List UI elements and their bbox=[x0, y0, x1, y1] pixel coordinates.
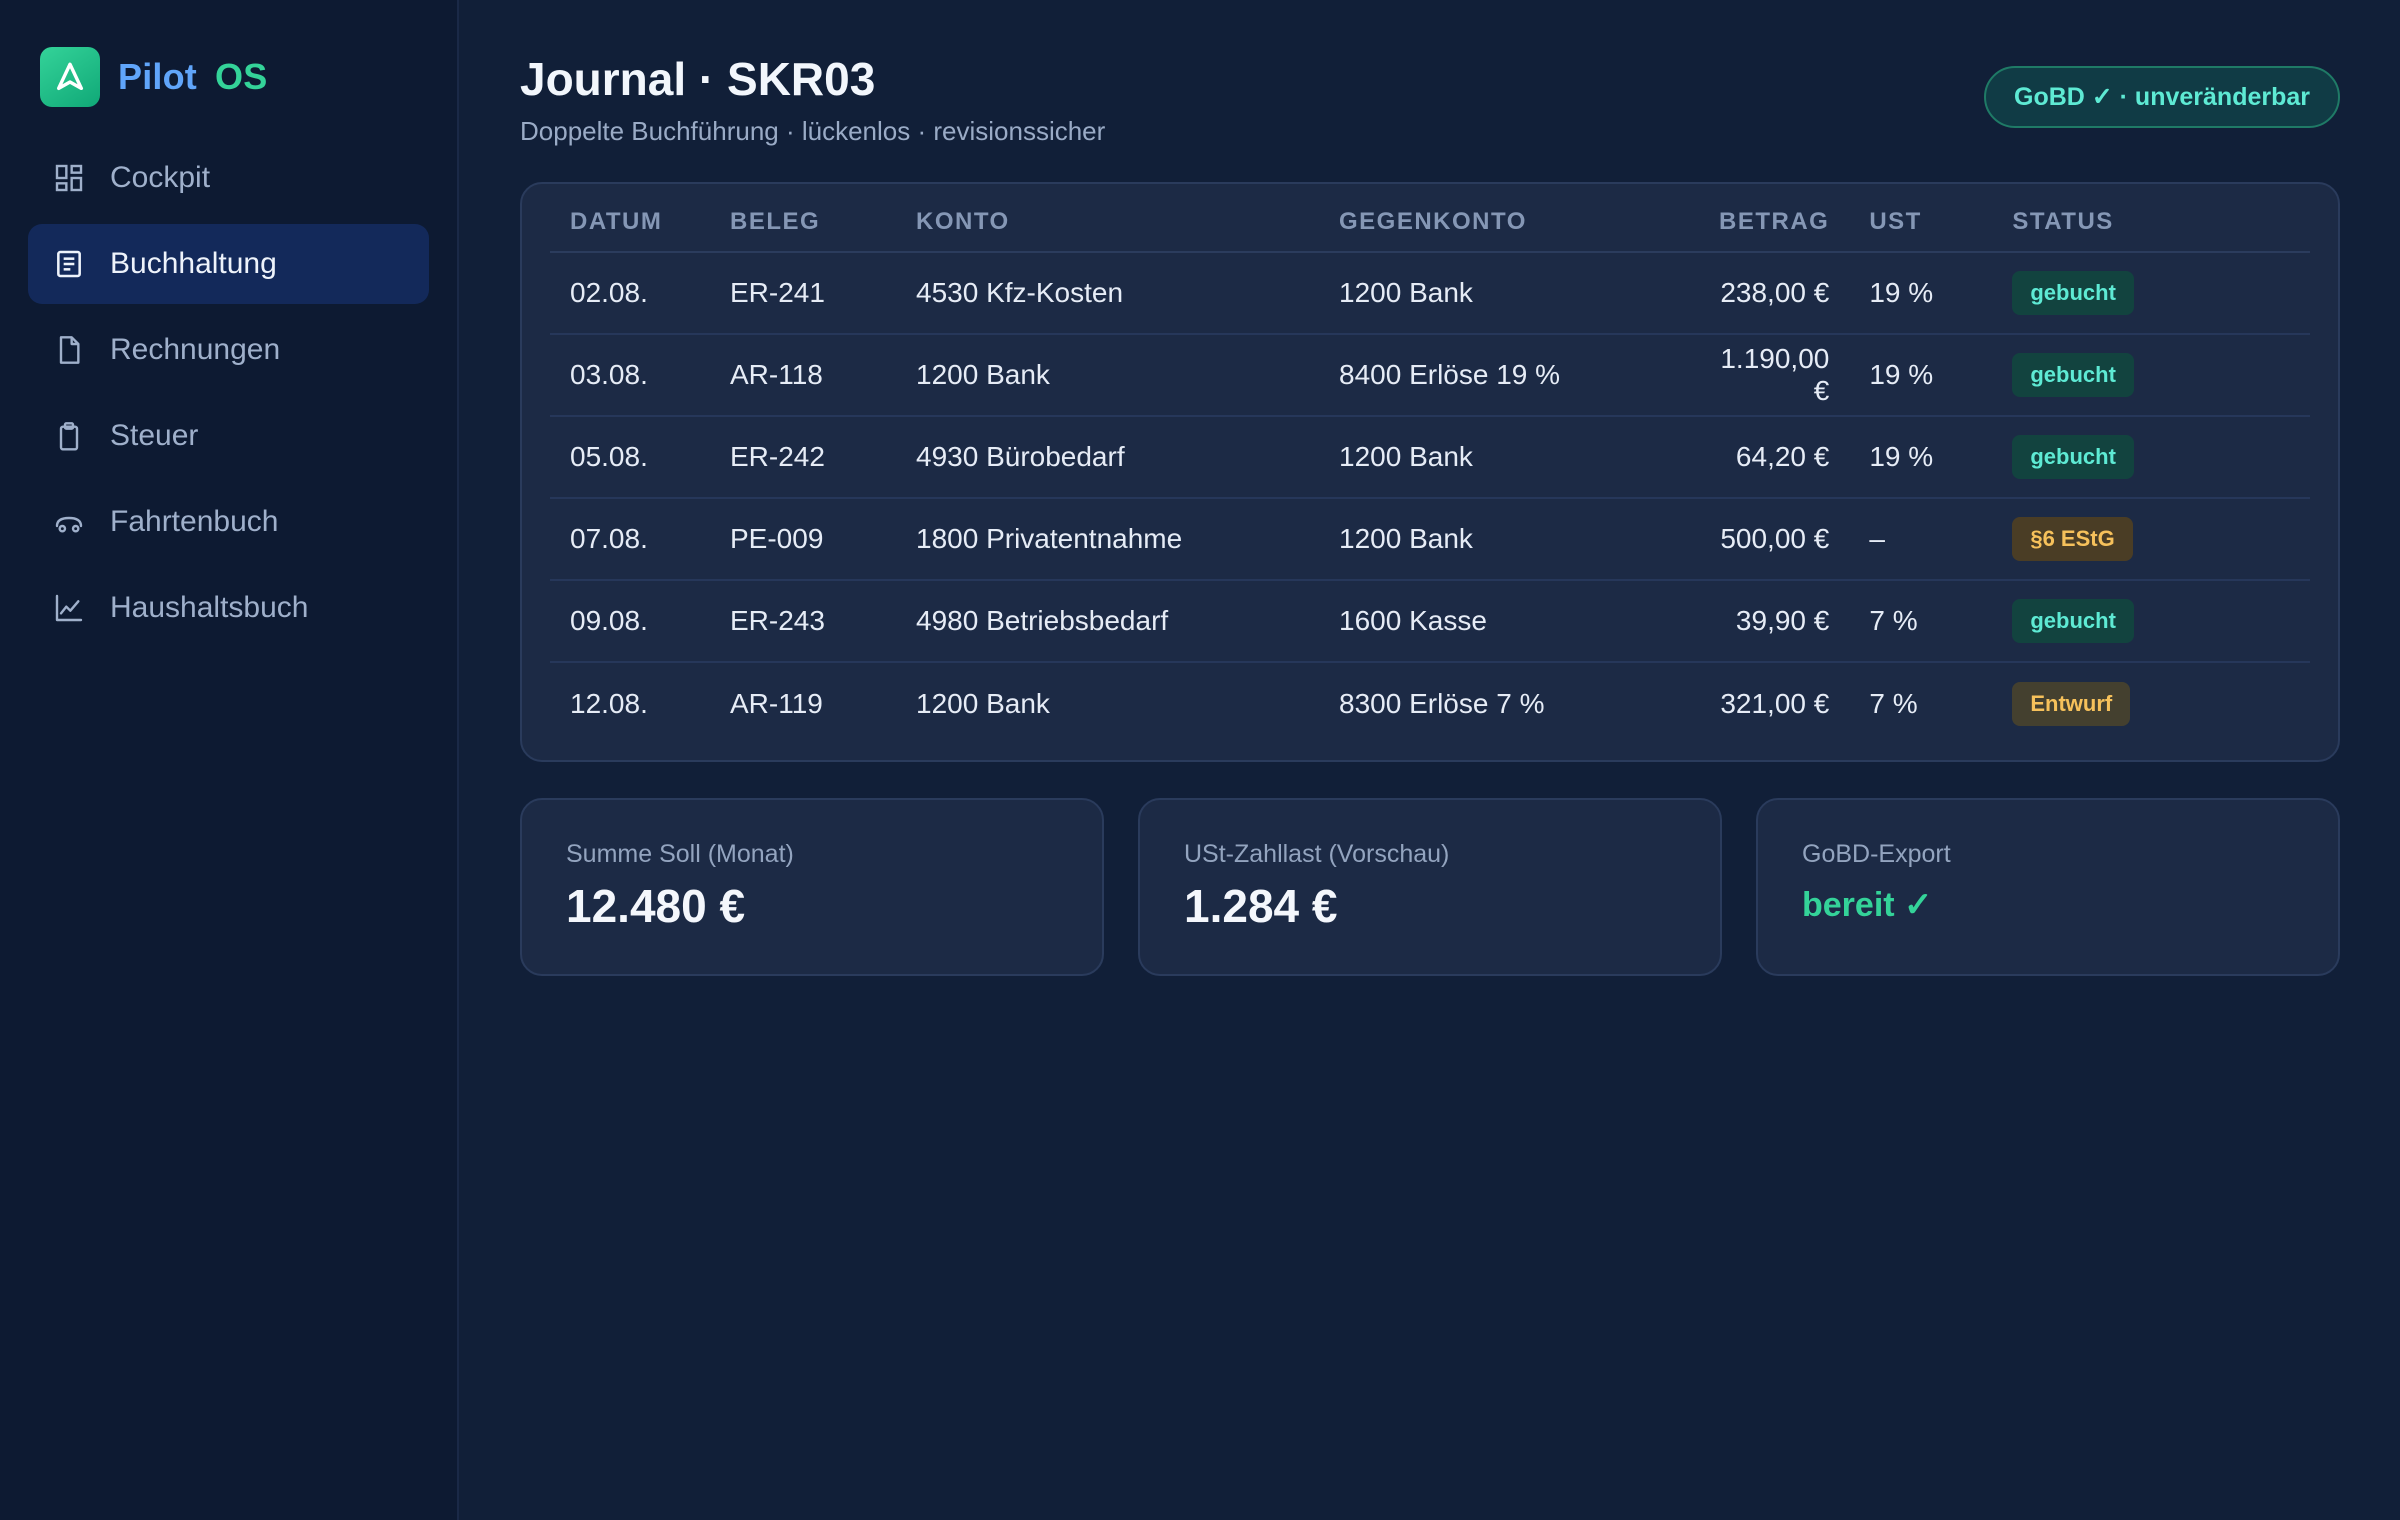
sidebar-item-label: Cockpit bbox=[110, 161, 211, 194]
cell-datum: 03.08. bbox=[550, 334, 730, 417]
journal-table-card: DATUM BELEG KONTO GEGENKONTO BETRAG UST … bbox=[520, 182, 2340, 762]
cell-ust: 19 % bbox=[1869, 252, 2013, 335]
cell-beleg: PE-009 bbox=[730, 498, 916, 581]
sidebar-item-label: Fahrtenbuch bbox=[110, 505, 279, 538]
ust-zahllast-card: USt-Zahllast (Vorschau) 1.284 € bbox=[1138, 798, 1722, 976]
sidebar-item-buchhaltung[interactable]: Buchhaltung bbox=[28, 224, 429, 304]
status-badge: Entwurf bbox=[2012, 681, 2131, 726]
page-title: Journal · SKR03 bbox=[520, 53, 876, 105]
brand-name: Pilot OS bbox=[118, 56, 267, 98]
gobd-export-status: bereit ✓ bbox=[1802, 886, 1933, 924]
sidebar-item-label: Rechnungen bbox=[110, 333, 281, 366]
car-icon bbox=[52, 505, 86, 539]
cell-datum: 05.08. bbox=[550, 416, 730, 499]
column-header-betrag[interactable]: BETRAG bbox=[1719, 184, 1870, 253]
clipboard-icon bbox=[52, 419, 86, 453]
column-header-beleg[interactable]: BELEG bbox=[730, 184, 916, 253]
brand-name-first: Pilot bbox=[118, 56, 197, 97]
main-content: Journal · SKR03 Doppelte Buchführung · l… bbox=[459, 0, 2400, 1520]
sidebar-item-fahrtenbuch[interactable]: Fahrtenbuch bbox=[28, 482, 429, 562]
document-icon bbox=[52, 333, 86, 367]
dashboard-grid-icon bbox=[52, 161, 86, 195]
status-badge: gebucht bbox=[2012, 435, 2134, 479]
cell-gegenkonto: 1200 Bank bbox=[1339, 252, 1719, 335]
cell-gegenkonto: 1200 Bank bbox=[1339, 416, 1719, 499]
table-row[interactable]: 03.08. AR-118 1200 Bank 8400 Erlöse 19 %… bbox=[550, 334, 2310, 417]
ust-zahllast-value: 1.284 € bbox=[1184, 880, 1338, 932]
table-row[interactable]: 05.08. ER-242 4930 Bürobedarf 1200 Bank … bbox=[550, 416, 2310, 499]
cell-betrag: 238,00 € bbox=[1719, 252, 1870, 335]
page-subtitle: Doppelte Buchführung · lückenlos · revis… bbox=[520, 116, 1106, 146]
sidebar-item-label: Steuer bbox=[110, 419, 199, 452]
sidebar-item-steuer[interactable]: Steuer bbox=[28, 396, 429, 476]
cell-datum: 12.08. bbox=[570, 687, 648, 719]
cell-betrag: 1.190,00 € bbox=[1719, 334, 1870, 417]
cell-datum: 07.08. bbox=[550, 498, 730, 581]
status-badge: §6 EStG bbox=[2012, 517, 2133, 561]
sidebar-item-label: Buchhaltung bbox=[110, 247, 277, 280]
cell-betrag: 321,00 € bbox=[1720, 687, 1830, 719]
ledger-icon bbox=[52, 247, 86, 281]
sidebar: Pilot OS Cockpit Buchhaltung Rechnungen … bbox=[0, 0, 459, 1520]
navigation-arrow-icon bbox=[40, 47, 100, 107]
cell-konto: 1200 Bank bbox=[916, 687, 1050, 719]
column-header-ust[interactable]: UST bbox=[1869, 184, 2013, 253]
summe-soll-value: 12.480 € bbox=[566, 880, 746, 932]
brand-name-second: OS bbox=[215, 56, 268, 97]
column-header-gegenkonto[interactable]: GEGENKONTO bbox=[1339, 184, 1719, 253]
cell-gegenkonto: 8400 Erlöse 19 % bbox=[1339, 334, 1719, 417]
table-row[interactable]: 09.08. ER-243 4980 Betriebsbedarf 1600 K… bbox=[550, 580, 2310, 663]
cell-beleg: AR-118 bbox=[730, 334, 916, 417]
brand[interactable]: Pilot OS bbox=[40, 46, 429, 108]
table-row[interactable]: 12.08. AR-119 1200 Bank 8300 Erlöse 7 % … bbox=[550, 662, 2310, 744]
page-header: Journal · SKR03 Doppelte Buchführung · l… bbox=[520, 48, 2340, 182]
sidebar-item-rechnungen[interactable]: Rechnungen bbox=[28, 310, 429, 390]
column-header-status[interactable]: STATUS bbox=[2012, 184, 2310, 253]
sidebar-item-cockpit[interactable]: Cockpit bbox=[28, 138, 429, 218]
column-header-konto[interactable]: KONTO bbox=[916, 184, 1339, 253]
cell-betrag: 39,90 € bbox=[1719, 580, 1870, 663]
sidebar-item-label: Haushaltsbuch bbox=[110, 591, 309, 624]
cell-konto: 1800 Privatentnahme bbox=[916, 498, 1339, 581]
cell-datum: 09.08. bbox=[550, 580, 730, 663]
gobd-export-card[interactable]: GoBD-Export bereit ✓ bbox=[1756, 798, 2340, 976]
cell-ust: 7 % bbox=[1869, 580, 2013, 663]
sidebar-item-haushaltsbuch[interactable]: Haushaltsbuch bbox=[28, 568, 429, 648]
cell-beleg: ER-241 bbox=[730, 252, 916, 335]
cell-gegenkonto: 1200 Bank bbox=[1339, 498, 1719, 581]
cell-ust: – bbox=[1869, 498, 2013, 581]
cell-beleg: ER-242 bbox=[730, 416, 916, 499]
cell-datum: 02.08. bbox=[550, 252, 730, 335]
cell-ust: 19 % bbox=[1869, 334, 2013, 417]
cell-konto: 4930 Bürobedarf bbox=[916, 416, 1339, 499]
cell-gegenkonto: 1600 Kasse bbox=[1339, 580, 1719, 663]
gobd-export-label: GoBD-Export bbox=[1802, 840, 1951, 868]
summe-soll-label: Summe Soll (Monat) bbox=[566, 840, 794, 868]
table-row[interactable]: 02.08. ER-241 4530 Kfz-Kosten 1200 Bank … bbox=[550, 252, 2310, 335]
summary-cards: Summe Soll (Monat) 12.480 € USt-Zahllast… bbox=[520, 798, 2340, 976]
cell-beleg: AR-119 bbox=[730, 687, 823, 719]
gobd-status-badge: GoBD ✓ · unveränderbar bbox=[1984, 66, 2340, 128]
cell-betrag: 500,00 € bbox=[1719, 498, 1870, 581]
cell-betrag: 64,20 € bbox=[1719, 416, 1870, 499]
cell-beleg: ER-243 bbox=[730, 580, 916, 663]
cell-gegenkonto: 8300 Erlöse 7 % bbox=[1339, 687, 1545, 719]
status-badge: gebucht bbox=[2012, 353, 2134, 397]
summe-soll-card: Summe Soll (Monat) 12.480 € bbox=[520, 798, 1104, 976]
ust-zahllast-label: USt-Zahllast (Vorschau) bbox=[1184, 840, 1450, 868]
journal-table: DATUM BELEG KONTO GEGENKONTO BETRAG UST … bbox=[550, 184, 2310, 744]
cell-ust: 19 % bbox=[1869, 416, 2013, 499]
app-window: Pilot OS Cockpit Buchhaltung Rechnungen … bbox=[0, 0, 2400, 1520]
status-badge: gebucht bbox=[2012, 271, 2134, 315]
cell-konto: 4980 Betriebsbedarf bbox=[916, 580, 1339, 663]
status-badge: gebucht bbox=[2012, 599, 2134, 643]
table-header-row: DATUM BELEG KONTO GEGENKONTO BETRAG UST … bbox=[550, 184, 2310, 253]
table-row[interactable]: 07.08. PE-009 1800 Privatentnahme 1200 B… bbox=[550, 498, 2310, 581]
cell-konto: 1200 Bank bbox=[916, 334, 1339, 417]
cell-konto: 4530 Kfz-Kosten bbox=[916, 252, 1339, 335]
line-chart-icon bbox=[52, 591, 86, 625]
column-header-datum[interactable]: DATUM bbox=[550, 184, 730, 253]
cell-ust: 7 % bbox=[1869, 687, 1918, 719]
